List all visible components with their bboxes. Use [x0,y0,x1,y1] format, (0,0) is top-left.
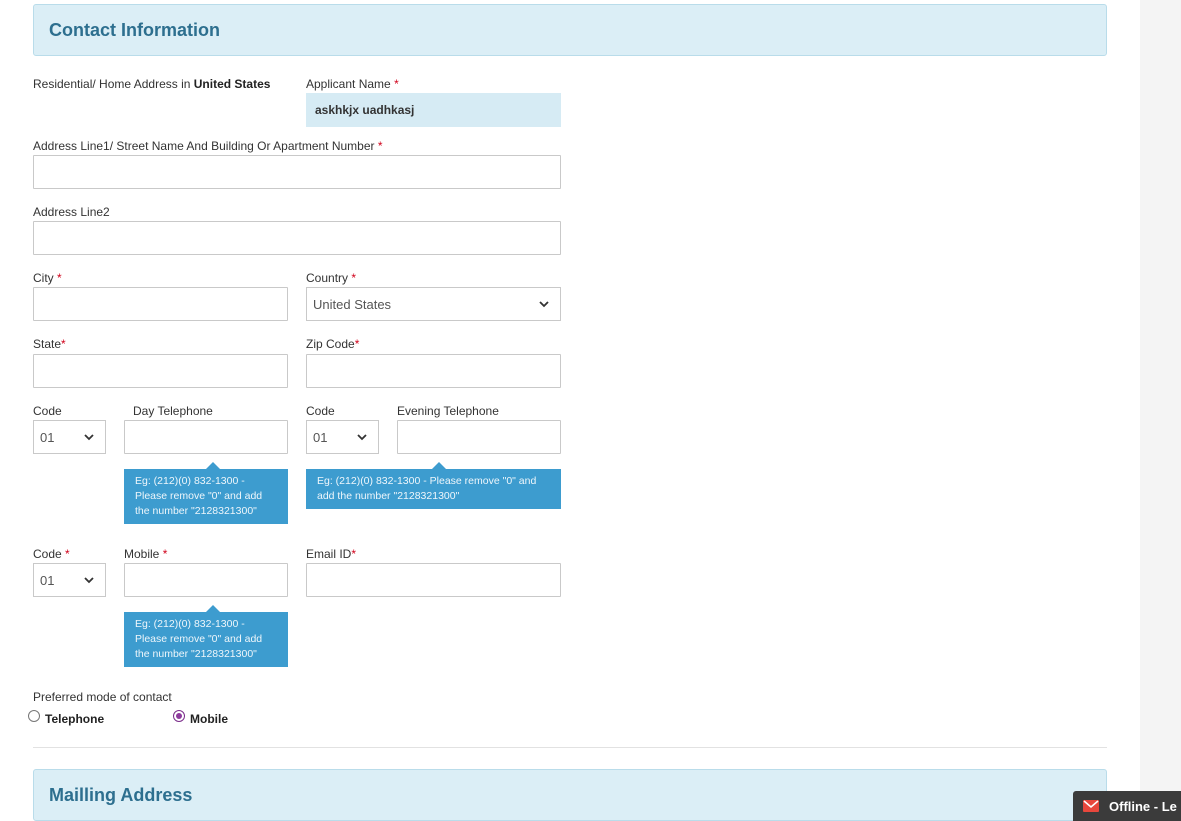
address-line2-input[interactable] [33,221,561,255]
day-code-label: Code [33,404,62,418]
mobile-code-label-text: Code [33,547,62,561]
hint-line: Eg: (212)(0) 832-1300 - Please remove "0… [317,475,537,487]
required-marker: * [351,547,357,561]
required-marker: * [394,77,399,91]
mailing-address-header: Mailling Address [33,769,1107,821]
city-label: City * [33,271,62,285]
hint-line: add the number "2128321300" [317,490,460,502]
applicant-label-text: Applicant Name [306,77,391,91]
zip-label-text: Zip Code [306,337,355,351]
hint-line: the number "2128321300" [135,505,257,517]
evening-code-value: 01 [313,429,328,445]
day-code-label-text: Code [33,404,62,418]
telephone-radio[interactable] [28,710,40,722]
mobile-hint: Eg: (212)(0) 832-1300 - Please remove "0… [124,605,288,667]
address-line1-label: Address Line1/ Street Name And Building … [33,139,383,153]
evening-telephone-hint: Eg: (212)(0) 832-1300 - Please remove "0… [306,462,561,509]
residential-country: United States [193,77,271,91]
hint-line: Please remove "0" and add [135,490,263,502]
country-select[interactable]: United States [306,287,561,321]
residential-address-label: Residential/ Home Address in United Stat… [33,77,270,91]
evening-code-label-text: Code [306,404,335,418]
email-label: Email ID* [306,547,356,561]
evening-telephone-label-text: Evening Telephone [397,404,499,418]
address-line2-label: Address Line2 [33,205,110,219]
city-input[interactable] [33,287,288,321]
section-title: Mailling Address [49,784,193,805]
evening-code-label: Code [306,404,335,418]
chat-status-text: Offline - Le [1109,798,1177,814]
mobile-radio[interactable] [173,710,185,722]
telephone-radio-label[interactable]: Telephone [45,712,104,726]
contact-information-header: Contact Information [33,4,1107,56]
chevron-down-icon [539,301,549,308]
chevron-down-icon [84,577,94,584]
address-line1-input[interactable] [33,155,561,189]
day-telephone-label: Day Telephone [133,404,213,418]
day-telephone-hint: Eg: (212)(0) 832-1300 - Please remove "0… [124,462,288,524]
country-label-text: Country [306,271,349,285]
day-code-select[interactable]: 01 [33,420,106,454]
state-input[interactable] [33,354,288,388]
applicant-name-label: Applicant Name * [306,77,399,91]
required-marker: * [57,271,62,285]
address-line2-label-text: Address Line2 [33,205,110,219]
mobile-code-select[interactable]: 01 [33,563,106,597]
day-telephone-input[interactable] [124,420,288,454]
hint-line: the number "2128321300" [135,648,257,660]
evening-code-select[interactable]: 01 [306,420,379,454]
mobile-code-label: Code * [33,547,70,561]
city-label-text: City [33,271,54,285]
applicant-name-text: askhkjx uadhkasj [315,103,415,117]
country-selected-value: United States [313,296,392,312]
mobile-radio-label[interactable]: Mobile [190,712,228,726]
required-marker: * [61,337,66,351]
mail-icon [1083,800,1099,812]
chevron-down-icon [357,434,367,441]
right-gutter [1140,0,1181,821]
hint-line: Eg: (212)(0) 832-1300 - [135,618,245,630]
mobile-label: Mobile * [124,547,167,561]
required-marker: * [65,547,70,561]
zip-code-label: Zip Code* [306,337,359,351]
hint-line: Please remove "0" and add [135,633,263,645]
section-divider [33,747,1107,748]
address-line1-label-text: Address Line1/ Street Name And Building … [33,139,375,153]
country-label: Country * [306,271,356,285]
applicant-name-value: askhkjx uadhkasj [306,93,561,127]
preferred-contact-label: Preferred mode of contact [33,690,172,704]
mobile-label-text: Mobile [124,547,160,561]
mobile-code-value: 01 [40,572,55,588]
evening-telephone-input[interactable] [397,420,561,454]
email-label-text: Email ID [306,547,352,561]
chevron-down-icon [84,434,94,441]
offline-chat-widget[interactable]: Offline - Le [1073,791,1181,821]
email-input[interactable] [306,563,561,597]
required-marker: * [377,139,383,153]
hint-line: Eg: (212)(0) 832-1300 - [135,475,245,487]
mobile-input[interactable] [124,563,288,597]
state-label: State* [33,337,66,351]
day-telephone-label-text: Day Telephone [133,404,213,418]
required-marker: * [354,337,360,351]
zip-code-input[interactable] [306,354,561,388]
required-marker: * [351,271,357,285]
required-marker: * [162,547,168,561]
evening-telephone-label: Evening Telephone [397,404,499,418]
state-label-text: State [33,337,62,351]
section-title: Contact Information [49,19,220,40]
preferred-contact-label-text: Preferred mode of contact [33,690,172,704]
residential-prefix: Residential/ Home Address in [33,77,194,91]
day-code-value: 01 [40,429,55,445]
